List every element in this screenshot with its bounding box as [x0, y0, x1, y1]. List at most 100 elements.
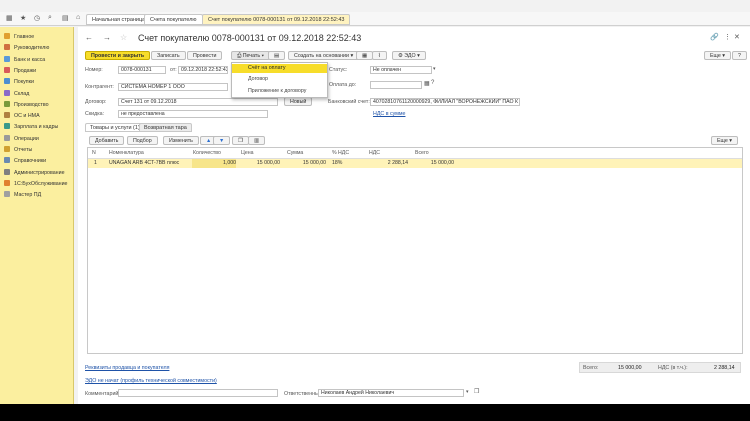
- column-header[interactable]: Цена: [241, 148, 253, 158]
- post-and-close-button[interactable]: Провести и закрыть: [85, 51, 151, 60]
- change-button[interactable]: Изменить: [163, 136, 199, 145]
- app-window: ▦ ★ ◷ ⌕ ▤ ⌂ Начальная страница Счета пок…: [0, 0, 750, 404]
- save-button[interactable]: Записать: [151, 51, 186, 60]
- print-button[interactable]: ⎙ Печать ▾: [231, 51, 270, 60]
- more-button[interactable]: Еще ▾: [704, 51, 731, 60]
- search-icon[interactable]: ⌕: [48, 14, 52, 22]
- row-sum[interactable]: 15 000,00: [284, 159, 326, 168]
- favorite-star-icon[interactable]: ☆: [120, 33, 127, 42]
- select-items-button[interactable]: Подбор: [127, 136, 158, 145]
- home-icon[interactable]: ⌂: [76, 14, 80, 21]
- tab-invoices[interactable]: Счета покупателю: [144, 14, 203, 25]
- tab-returnable-packaging[interactable]: Возвратная тара: [139, 123, 192, 132]
- chevron-down-icon[interactable]: ▾: [466, 389, 469, 395]
- status-label: Статус:: [329, 67, 348, 73]
- new-contract-button[interactable]: Новый: [284, 97, 313, 106]
- close-icon[interactable]: ✕: [734, 33, 740, 41]
- table-row[interactable]: 1 UNAGAN ARB 4CT-7ВВ плюс 1,000 15 000,0…: [88, 159, 742, 168]
- barcode-button[interactable]: ▥: [248, 136, 266, 145]
- comment-field[interactable]: [118, 389, 278, 397]
- sidebar-item[interactable]: Справочники: [4, 157, 46, 166]
- counterparty-field[interactable]: СИСТЕМА НОМЕР 1 ООО: [118, 83, 228, 91]
- tab-home[interactable]: Начальная страница: [86, 14, 152, 25]
- sidebar-item[interactable]: Администрирование: [4, 168, 65, 178]
- sidebar-item[interactable]: ОС и НМА: [4, 112, 40, 121]
- edo-button[interactable]: ⚙ ЭДО ▾: [392, 51, 426, 60]
- column-header[interactable]: N: [92, 148, 96, 158]
- column-header[interactable]: % НДС: [332, 148, 349, 158]
- status-select[interactable]: Не оплачен: [370, 66, 432, 74]
- sidebar-item-label: Банк и касса: [14, 56, 46, 63]
- chevron-down-icon: ▾: [417, 53, 420, 59]
- row-price[interactable]: 15 000,00: [238, 159, 280, 168]
- section-icon: [4, 168, 10, 175]
- column-header[interactable]: Всего: [415, 148, 429, 158]
- history-icon[interactable]: ◷: [34, 14, 40, 22]
- back-arrow-icon[interactable]: ←: [85, 33, 93, 42]
- responsible-field[interactable]: Николаев Андрей Николаевич: [318, 389, 464, 397]
- sidebar-item[interactable]: Зарплата и кадры: [4, 123, 58, 132]
- calendar-icon[interactable]: ▦: [424, 80, 430, 87]
- column-header[interactable]: Количество: [193, 148, 221, 158]
- sidebar-item[interactable]: Производство: [4, 100, 49, 110]
- number-field[interactable]: 0078-000131: [118, 66, 166, 74]
- more-vert-icon[interactable]: ⋮: [724, 33, 731, 41]
- sidebar-item[interactable]: Операции: [4, 134, 39, 144]
- bank-account-field[interactable]: 40702810761120000929, ФИЛИАЛ "ВОРОНЕЖСКИ…: [370, 98, 520, 106]
- window-grid-icon[interactable]: ▤: [62, 14, 69, 22]
- create-based-button[interactable]: Создать на основании ▾: [288, 51, 360, 60]
- sidebar-item[interactable]: Банк и касса: [4, 55, 46, 65]
- row-item[interactable]: UNAGAN ARB 4CT-7ВВ плюс: [109, 159, 179, 168]
- table-more-button[interactable]: Еще ▾: [711, 136, 738, 145]
- sidebar-item-label: Покупки: [14, 79, 34, 86]
- attach-button[interactable]: ⌇: [372, 51, 387, 60]
- help-button[interactable]: ?: [732, 51, 747, 60]
- structure-button[interactable]: ▦: [356, 51, 374, 60]
- sidebar-item[interactable]: Отчеты: [4, 146, 32, 155]
- row-quantity[interactable]: 1,000: [192, 159, 236, 168]
- discount-label: Скидка:: [85, 111, 105, 117]
- vat-in-sum-link[interactable]: НДС в сумме: [373, 111, 405, 117]
- comment-label: Комментарий:: [85, 391, 120, 397]
- sidebar-item-label: Зарплата и кадры: [14, 124, 59, 131]
- tab-goods-services[interactable]: Товары и услуги (1): [85, 123, 145, 132]
- forward-arrow-icon[interactable]: →: [103, 33, 111, 42]
- sidebar-item-label: Главное: [14, 34, 35, 40]
- open-card-icon[interactable]: ❐: [474, 388, 479, 395]
- payment-due-label: Оплата до:: [329, 82, 357, 88]
- row-vat[interactable]: 2 288,14: [366, 159, 408, 168]
- menu-item-invoice-for-payment[interactable]: Счёт на оплату: [232, 64, 327, 73]
- sidebar-item[interactable]: Мастер ПД: [4, 191, 41, 200]
- menu-item-contract-appendix[interactable]: Приложение к договору: [232, 87, 327, 96]
- help-question-icon[interactable]: ?: [431, 80, 434, 86]
- chevron-down-icon[interactable]: ▾: [433, 66, 436, 72]
- add-row-button[interactable]: Добавить: [89, 136, 125, 145]
- row-total[interactable]: 15 000,00: [412, 159, 454, 168]
- contract-field[interactable]: Счет 131 от 09.12.2018: [118, 98, 278, 106]
- move-down-button[interactable]: ▼: [213, 136, 231, 145]
- report-button[interactable]: ▤: [268, 51, 286, 60]
- column-header[interactable]: НДС: [369, 148, 380, 158]
- sidebar-item[interactable]: Склад: [4, 89, 29, 99]
- payment-due-field[interactable]: [370, 81, 422, 89]
- menu-item-contract[interactable]: Договор: [232, 75, 327, 84]
- sidebar-item[interactable]: Главное: [4, 33, 34, 42]
- row-vat-rate[interactable]: 18%: [332, 159, 342, 168]
- sidebar-item[interactable]: 1С:БухОбслуживание: [4, 179, 67, 189]
- requisites-link[interactable]: Реквизиты продавца и покупателя: [85, 365, 169, 371]
- date-field[interactable]: 09.12.2018 22:52:43: [178, 66, 228, 74]
- post-button[interactable]: Провести: [187, 51, 223, 60]
- column-header[interactable]: Сумма: [287, 148, 303, 158]
- edo-status-link[interactable]: ЭДО не начат (профиль технической совмес…: [85, 378, 217, 384]
- chevron-down-icon: ▾: [729, 138, 732, 144]
- sidebar-item[interactable]: Продажи: [4, 66, 36, 76]
- apps-grid-icon[interactable]: ▦: [6, 14, 13, 22]
- discount-field[interactable]: не предоставлена: [118, 110, 268, 118]
- favorites-star-icon[interactable]: ★: [20, 14, 26, 22]
- link-icon[interactable]: 🔗: [710, 33, 719, 41]
- column-header[interactable]: Номенклатура: [109, 148, 144, 158]
- sidebar-item[interactable]: Покупки: [4, 78, 34, 87]
- copy-row-button[interactable]: ❐: [232, 136, 249, 145]
- sidebar-item[interactable]: Руководителю: [4, 44, 49, 53]
- tab-current-invoice[interactable]: Счет покупателю 0078-000131 от 09.12.201…: [202, 14, 351, 25]
